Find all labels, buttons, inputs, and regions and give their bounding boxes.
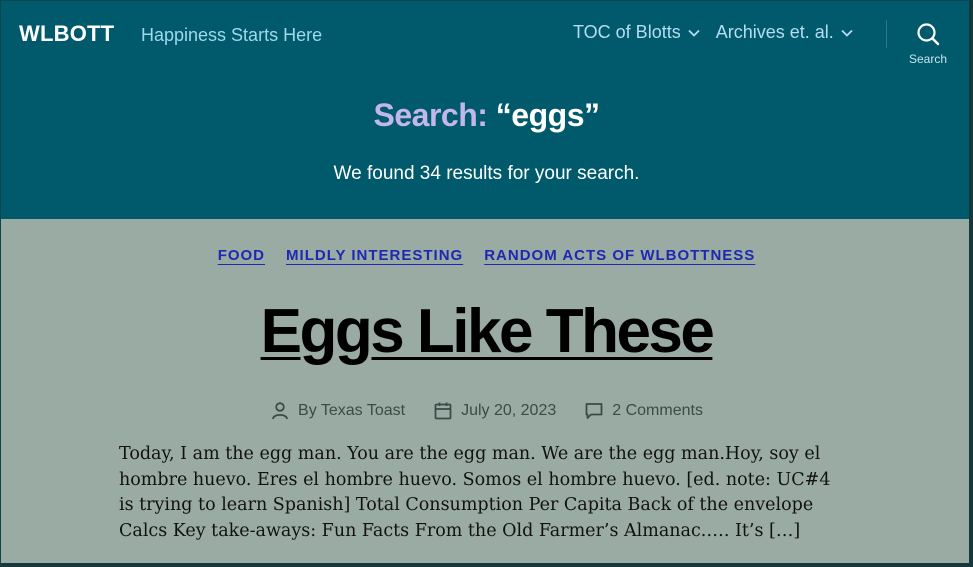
nav-item-label: TOC of Blotts (573, 22, 681, 42)
comments-link[interactable]: 2 Comments (612, 402, 703, 420)
nav-item-archives[interactable]: Archives et. al. (716, 22, 853, 43)
post-date-link[interactable]: July 20, 2023 (461, 402, 556, 420)
search-query: “eggs” (495, 97, 600, 133)
search-results-count: We found 34 results for your search. (333, 163, 640, 184)
chevron-down-icon (841, 29, 853, 37)
post-excerpt: Today, I am the egg man. You are the egg… (119, 444, 831, 541)
category-link-random-acts[interactable]: RANDOM ACTS OF WLBOTTNESS (484, 247, 755, 264)
search-icon (917, 23, 940, 46)
user-icon (272, 402, 288, 420)
category-link-food[interactable]: FOOD (218, 247, 265, 264)
search-toggle-button[interactable]: Search (903, 22, 953, 68)
site-title-link[interactable]: WLBOTT (19, 21, 114, 47)
post-title-link[interactable]: Eggs Like These (0, 296, 973, 367)
header-divider (886, 20, 887, 48)
site-header: WLBOTT Happiness Starts Here TOC of Blot… (0, 0, 973, 219)
nav-item-label: Archives et. al. (715, 22, 834, 42)
post-categories: FOOD MILDLY INTERESTING RANDOM ACTS OF W… (0, 247, 973, 264)
comment-icon (585, 403, 603, 419)
nav-item-toc-of-blotts[interactable]: TOC of Blotts (573, 22, 700, 43)
search-heading-prefix: Search: (373, 97, 488, 133)
post-comments: 2 Comments (584, 401, 703, 421)
post-meta: By Texas Toast July 20, 2023 2 Comments (0, 401, 973, 421)
post-date: July 20, 2023 (433, 401, 556, 421)
site-tagline: Happiness Starts Here (141, 25, 323, 45)
author-link[interactable]: By Texas Toast (298, 402, 405, 420)
search-results-heading: Search: “eggs” (0, 97, 973, 134)
category-link-mildly-interesting[interactable]: MILDLY INTERESTING (286, 247, 463, 264)
chevron-down-icon (688, 29, 700, 37)
primary-nav: TOC of Blotts Archives et. al. (573, 22, 853, 43)
calendar-icon (434, 402, 452, 420)
post-author: By Texas Toast (270, 401, 405, 421)
search-toggle-label: Search (908, 52, 948, 66)
